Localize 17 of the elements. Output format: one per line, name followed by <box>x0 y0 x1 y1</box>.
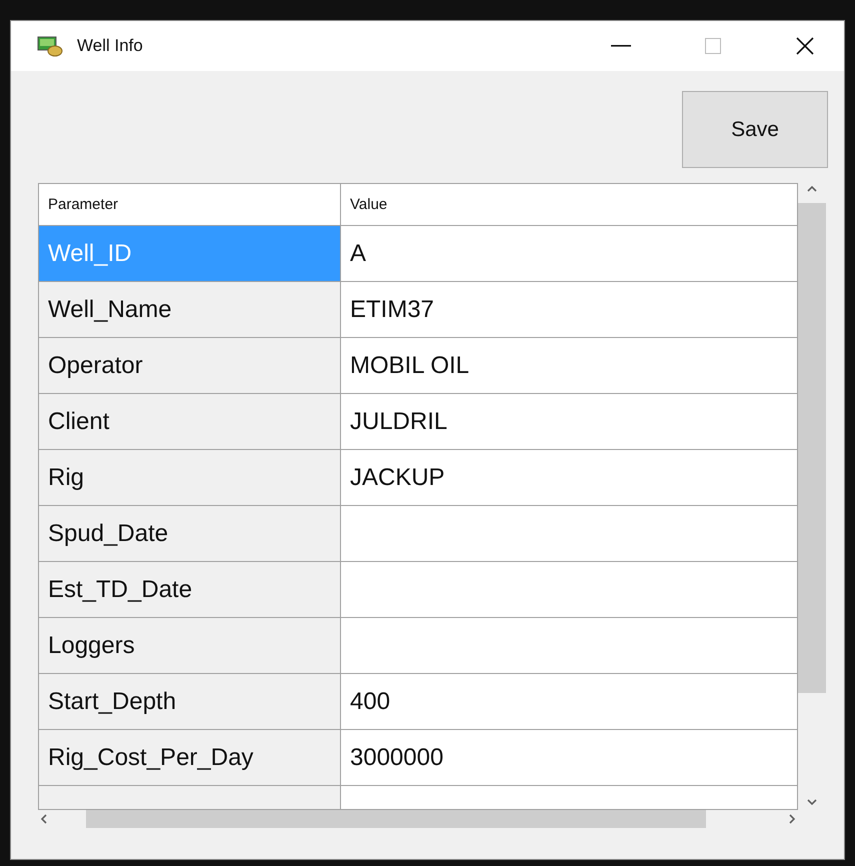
app-icon <box>37 35 63 57</box>
parameter-cell[interactable]: Loggers <box>39 618 341 673</box>
minimize-icon <box>611 45 631 47</box>
maximize-icon <box>705 38 721 54</box>
parameter-cell[interactable]: Spud_Date <box>39 506 341 561</box>
parameter-cell[interactable]: Est_TD_Date <box>39 562 341 617</box>
parameter-cell[interactable]: Well_Name <box>39 282 341 337</box>
window-title: Well Info <box>77 36 144 56</box>
vertical-scrollbar[interactable] <box>798 183 826 808</box>
close-icon <box>796 37 814 55</box>
parameter-cell[interactable]: Client <box>39 394 341 449</box>
parameter-cell[interactable]: Rig <box>39 450 341 505</box>
parameter-cell[interactable]: Operator <box>39 338 341 393</box>
parameter-cell[interactable]: Start_Depth <box>39 674 341 729</box>
value-cell[interactable]: 3000000 <box>341 730 798 785</box>
save-button[interactable]: Save <box>682 91 828 168</box>
parameter-cell[interactable]: Rig_Cost_Per_Day <box>39 730 341 785</box>
